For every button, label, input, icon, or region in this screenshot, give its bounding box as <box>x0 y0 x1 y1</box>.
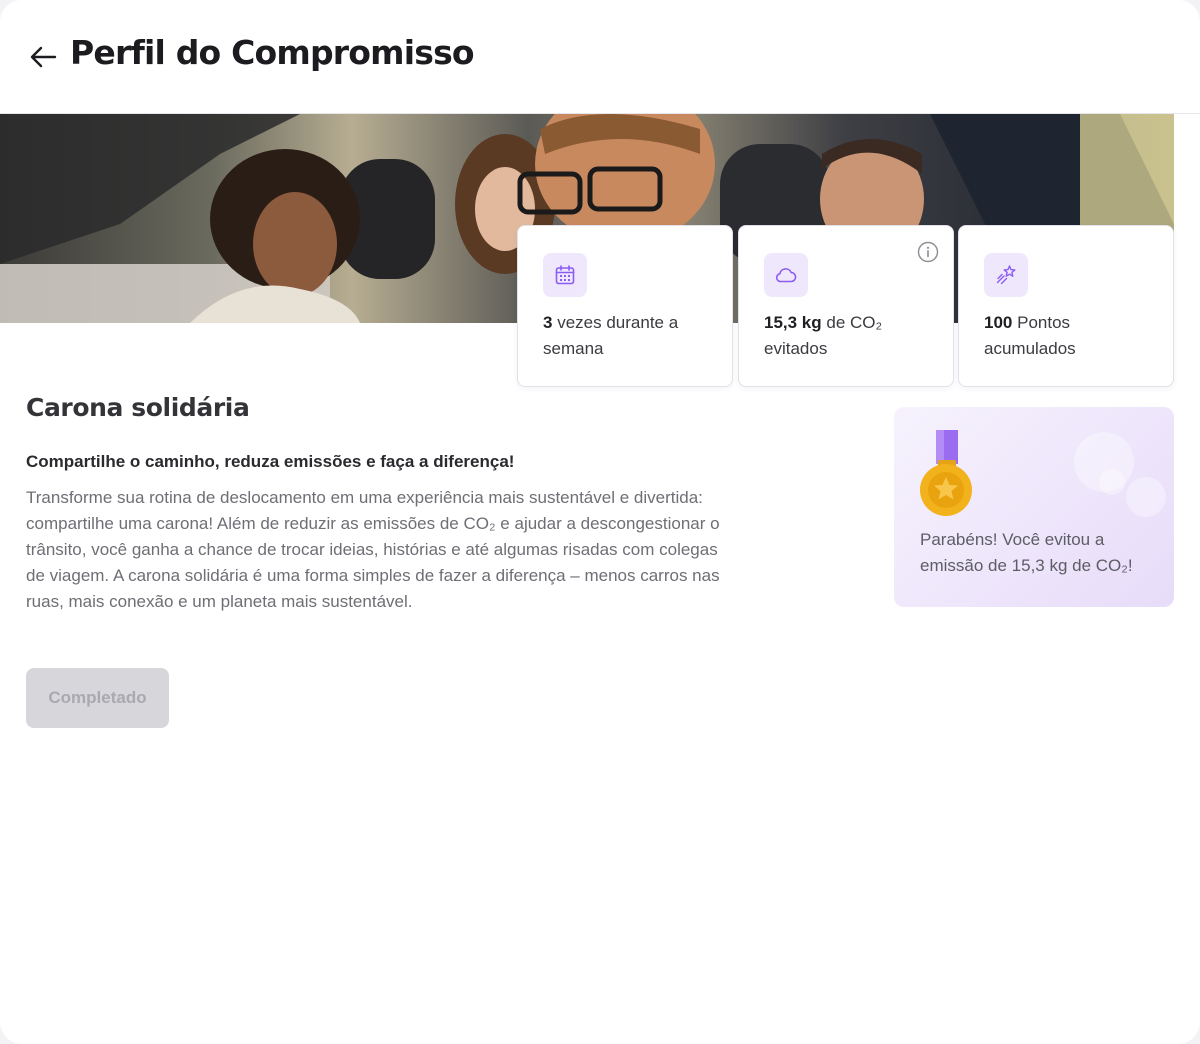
back-button[interactable] <box>26 40 60 74</box>
decorative-bubble <box>1126 477 1166 517</box>
stat-points-text: 100 Pontos acumulados <box>984 310 1159 362</box>
calendar-icon <box>555 265 575 285</box>
achievement-message: Parabéns! Você evitou a emissão de 15,3 … <box>920 530 1133 575</box>
commitment-description: Transforme sua rotina de deslocamento em… <box>26 488 720 611</box>
commitment-title: Carona solidária <box>26 393 250 422</box>
info-icon[interactable] <box>917 241 939 263</box>
stat-label: vezes durante a semana <box>543 313 679 358</box>
completed-button[interactable]: Completado <box>26 668 169 728</box>
commitment-subtitle: Compartilhe o caminho, reduza emissões e… <box>26 452 515 471</box>
stat-value: 3 <box>543 313 553 332</box>
arrow-left-icon <box>30 46 57 68</box>
page-header: Perfil do Compromisso <box>0 0 1200 114</box>
stat-card-co2: 15,3 kg de CO₂ evitados <box>738 225 954 387</box>
page-title: Perfil do Compromisso <box>70 33 475 72</box>
stat-card-points: 100 Pontos acumulados <box>958 225 1174 387</box>
stat-value: 15,3 kg <box>764 313 822 332</box>
app-window: Perfil do Compromisso 3 vezes durante a … <box>0 0 1200 1044</box>
stat-frequency-text: 3 vezes durante a semana <box>543 310 718 362</box>
stat-co2-text: 15,3 kg de CO₂ evitados <box>764 310 939 362</box>
medal-icon <box>920 430 972 516</box>
decorative-bubble <box>1099 469 1125 495</box>
sparkle-star-icon <box>996 265 1016 285</box>
stat-card-frequency: 3 vezes durante a semana <box>517 225 733 387</box>
cloud-icon <box>775 268 797 283</box>
stat-value: 100 <box>984 313 1013 332</box>
achievement-card: Parabéns! Você evitou a emissão de 15,3 … <box>894 407 1174 607</box>
